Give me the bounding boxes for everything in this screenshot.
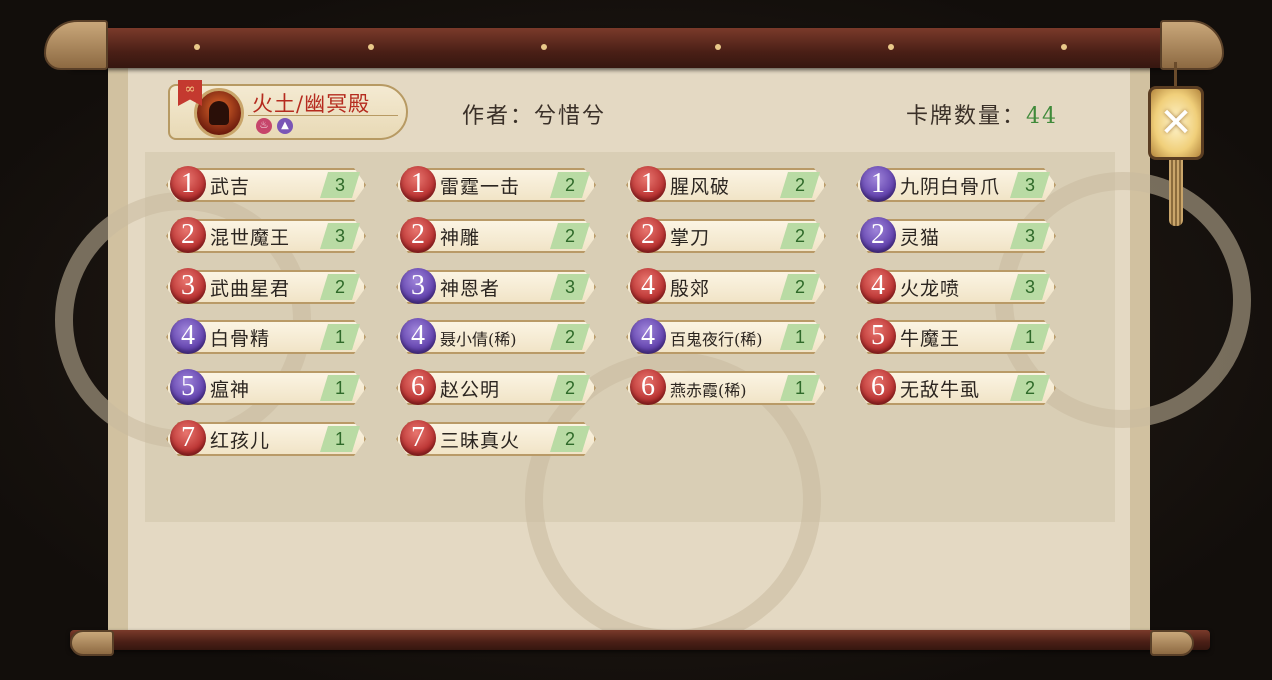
card-name: 红孩儿 — [210, 430, 271, 452]
card-name: 灵猫 — [900, 227, 941, 249]
card-item[interactable]: 5 牛魔王 1 — [850, 318, 1060, 354]
card-name: 雷霆一击 — [440, 176, 521, 198]
card-name: 燕赤霞(稀) — [670, 381, 747, 400]
card-cost: 3 — [400, 268, 436, 304]
card-cost: 5 — [860, 318, 896, 354]
lantern-tassel — [1169, 160, 1183, 226]
deck-name: 火土/幽冥殿 — [252, 92, 371, 116]
card-name: 百鬼夜行(稀) — [670, 330, 763, 349]
card-name: 三昧真火 — [440, 430, 521, 452]
close-icon: ✕ — [1159, 100, 1193, 146]
deck-name-underline — [248, 115, 398, 116]
card-item[interactable]: 5 瘟神 1 — [160, 369, 370, 405]
card-count-label: 卡牌数量： — [906, 104, 1027, 129]
card-cost: 7 — [400, 420, 436, 456]
card-item[interactable]: 4 聂小倩(稀) 2 — [390, 318, 600, 354]
card-item[interactable]: 4 火龙喷 3 — [850, 268, 1060, 304]
card-cost: 2 — [860, 217, 896, 253]
card-cost: 1 — [400, 166, 436, 202]
card-item[interactable]: 2 掌刀 2 — [620, 217, 830, 253]
card-item[interactable]: 6 无敌牛虱 2 — [850, 369, 1060, 405]
card-cost: 5 — [170, 369, 206, 405]
card-cost: 7 — [170, 420, 206, 456]
card-name: 神雕 — [440, 227, 481, 249]
close-button[interactable]: ✕ — [1148, 86, 1204, 160]
scroll-bottom-rod — [70, 630, 1210, 650]
card-item[interactable]: 6 赵公明 2 — [390, 369, 600, 405]
card-name: 牛魔王 — [900, 328, 961, 350]
author-name: 兮惜兮 — [534, 104, 607, 129]
card-item[interactable]: 4 百鬼夜行(稀) 1 — [620, 318, 830, 354]
card-cost: 2 — [400, 217, 436, 253]
card-name: 九阴白骨爪 — [900, 176, 1001, 198]
card-item[interactable]: 7 三昧真火 2 — [390, 420, 600, 456]
card-count-line: 卡牌数量：44 — [906, 98, 1058, 130]
fire-element-icon: ♨ — [256, 118, 272, 134]
card-name: 火龙喷 — [900, 278, 961, 300]
card-item[interactable]: 1 腥风破 2 — [620, 166, 830, 202]
card-name: 混世魔王 — [210, 227, 291, 249]
card-name: 瘟神 — [210, 379, 251, 401]
card-name: 白骨精 — [210, 328, 271, 350]
card-item[interactable]: 1 九阴白骨爪 3 — [850, 166, 1060, 202]
card-name: 无敌牛虱 — [900, 379, 981, 401]
card-item[interactable]: 6 燕赤霞(稀) 1 — [620, 369, 830, 405]
card-item[interactable]: 2 混世魔王 3 — [160, 217, 370, 253]
earth-element-icon: ▲ — [277, 118, 293, 134]
card-item[interactable]: 4 殷郊 2 — [620, 268, 830, 304]
card-cost: 2 — [170, 217, 206, 253]
card-name: 赵公明 — [440, 379, 501, 401]
card-cost: 4 — [400, 318, 436, 354]
card-name: 武吉 — [210, 176, 251, 198]
card-item[interactable]: 4 白骨精 1 — [160, 318, 370, 354]
scroll-top-rod — [70, 28, 1210, 68]
card-item[interactable]: 1 雷霆一击 2 — [390, 166, 600, 202]
card-name: 神恩者 — [440, 278, 501, 300]
card-cost: 6 — [860, 369, 896, 405]
card-count-value: 44 — [1026, 104, 1059, 129]
card-name: 掌刀 — [670, 227, 711, 249]
card-item[interactable]: 2 神雕 2 — [390, 217, 600, 253]
author-line: 作者：兮惜兮 — [462, 98, 606, 130]
card-item[interactable]: 2 灵猫 3 — [850, 217, 1060, 253]
card-item[interactable]: 3 武曲星君 2 — [160, 268, 370, 304]
card-name: 聂小倩(稀) — [440, 330, 517, 349]
card-name: 武曲星君 — [210, 278, 291, 300]
card-cost: 2 — [630, 217, 666, 253]
card-cost: 4 — [170, 318, 206, 354]
card-cost: 4 — [630, 268, 666, 304]
card-name: 腥风破 — [670, 176, 731, 198]
rod-cap-bottom-right — [1150, 630, 1194, 656]
card-cost: 1 — [860, 166, 896, 202]
card-item[interactable]: 7 红孩儿 1 — [160, 420, 370, 456]
card-name: 殷郊 — [670, 278, 711, 300]
card-cost: 6 — [630, 369, 666, 405]
author-label: 作者： — [462, 104, 535, 129]
card-item[interactable]: 3 神恩者 3 — [390, 268, 600, 304]
card-item[interactable]: 1 武吉 3 — [160, 166, 370, 202]
card-cost: 4 — [630, 318, 666, 354]
card-cost: 3 — [170, 268, 206, 304]
card-cost: 1 — [170, 166, 206, 202]
card-cost: 4 — [860, 268, 896, 304]
card-cost: 1 — [630, 166, 666, 202]
card-cost: 6 — [400, 369, 436, 405]
rod-cap-bottom-left — [70, 630, 114, 656]
